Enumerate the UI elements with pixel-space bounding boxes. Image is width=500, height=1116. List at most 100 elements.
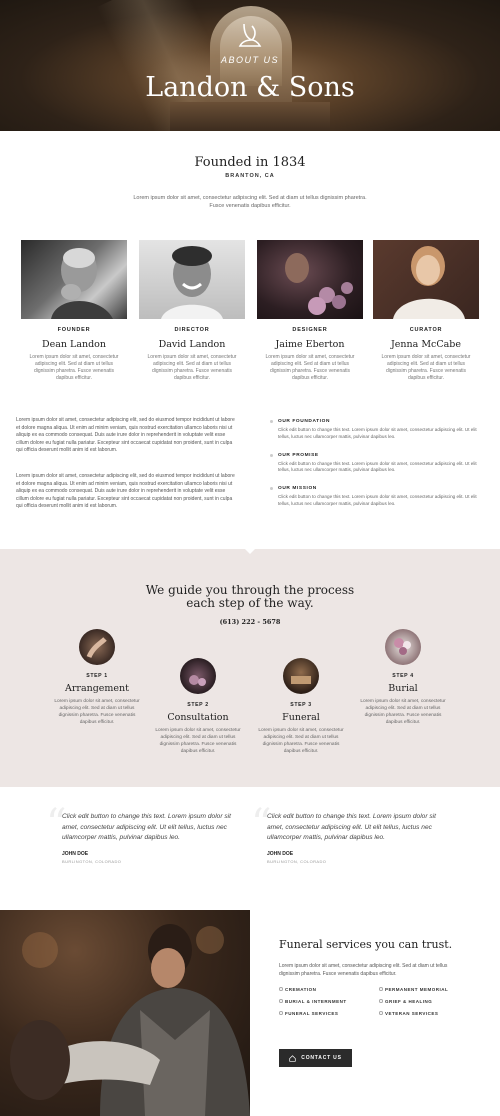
service-label: BURIAL & INTERNMENT bbox=[285, 999, 347, 1004]
founded-description: Lorem ipsum dolor sit amet, consectetur … bbox=[133, 195, 367, 209]
member-role: DESIGNER bbox=[292, 327, 328, 333]
step-label: STEP 1 bbox=[86, 673, 108, 679]
bullet-icon bbox=[270, 453, 273, 457]
bullet-icon bbox=[270, 420, 273, 423]
member-description: Lorem ipsum dolor sit amet, consectetur … bbox=[29, 354, 119, 381]
step-arrangement: STEP 1 Arrangement Lorem ipsum dolor sit… bbox=[48, 629, 146, 726]
member-name: Jenna McCabe bbox=[390, 339, 462, 350]
services-photo bbox=[0, 910, 250, 1116]
service-item: FUNERAL SERVICES bbox=[279, 1011, 338, 1016]
contact-us-label: CONTACT US bbox=[301, 1055, 342, 1061]
step-label: STEP 3 bbox=[290, 702, 312, 708]
value-title: OUR MISSION bbox=[278, 486, 317, 492]
value-title: OUR FOUNDATION bbox=[278, 419, 331, 424]
member-name: David Landon bbox=[158, 339, 226, 350]
founded-location: BRANTON, CA bbox=[225, 173, 275, 179]
testimonial-location: BURLINGTON, COLORADO bbox=[267, 858, 327, 864]
hero-banner: ABOUT US Landon & Sons bbox=[0, 0, 500, 131]
section-notch bbox=[245, 549, 255, 554]
step-title: Arrangement bbox=[65, 683, 129, 694]
testimonial: “ Click edit button to change this text.… bbox=[46, 804, 242, 864]
service-label: VETERAN SERVICES bbox=[385, 1011, 439, 1016]
step-label: STEP 4 bbox=[392, 673, 414, 679]
page-title: Landon & Sons bbox=[145, 72, 355, 103]
member-description: Lorem ipsum dolor sit amet, consectetur … bbox=[147, 354, 237, 381]
member-name: Dean Landon bbox=[41, 339, 107, 350]
service-label: CREMATION bbox=[285, 987, 317, 992]
step-consultation: STEP 2 Consultation Lorem ipsum dolor si… bbox=[149, 658, 247, 755]
circle-icon bbox=[279, 999, 283, 1003]
leaf-logo-icon bbox=[238, 23, 262, 47]
process-title-line1: We guide you through the process bbox=[145, 583, 355, 597]
testimonial-text: Click edit button to change this text. L… bbox=[62, 813, 231, 841]
value-text: Click edit button to change this text. L… bbox=[278, 427, 477, 439]
service-item: CREMATION bbox=[279, 987, 316, 992]
value-text: Click edit button to change this text. L… bbox=[278, 460, 477, 473]
step-title: Funeral bbox=[282, 712, 320, 723]
step-description: Lorem ipsum dolor sit amet, consectetur … bbox=[54, 699, 140, 725]
service-label: PERMANENT MEMORIAL bbox=[385, 987, 449, 992]
step-description: Lorem ipsum dolor sit amet, consectetur … bbox=[155, 728, 241, 754]
hero-pedestal bbox=[170, 102, 330, 131]
services-panel: Funeral services you can trust. Lorem ip… bbox=[279, 938, 479, 1067]
process-section: We guide you through the process each st… bbox=[0, 549, 500, 787]
curator-photo bbox=[373, 240, 479, 319]
value-title: OUR PROMISE bbox=[278, 452, 319, 458]
step-image bbox=[79, 629, 115, 665]
services-list: CREMATION PERMANENT MEMORIAL BURIAL & IN… bbox=[279, 987, 479, 1027]
testimonial-location: BURLINGTON, COLORADO bbox=[62, 858, 122, 864]
step-title: Burial bbox=[388, 683, 418, 694]
member-role: DIRECTOR bbox=[174, 327, 210, 333]
about-paragraph: Lorem ipsum dolor sit amet, consectetur … bbox=[16, 472, 235, 510]
team-member-curator: CURATOR Jenna McCabe Lorem ipsum dolor s… bbox=[373, 240, 479, 382]
step-image bbox=[385, 629, 421, 665]
step-description: Lorem ipsum dolor sit amet, consectetur … bbox=[360, 699, 446, 725]
value-item: OUR FOUNDATION Click edit button to chan… bbox=[270, 419, 485, 441]
about-text: Lorem ipsum dolor sit amet, consectetur … bbox=[16, 417, 236, 529]
service-item: VETERAN SERVICES bbox=[379, 1011, 438, 1016]
team-section: FOUNDER Dean Landon Lorem ipsum dolor si… bbox=[21, 240, 481, 382]
member-role: FOUNDER bbox=[57, 327, 91, 333]
contact-us-button[interactable]: CONTACT US bbox=[279, 1049, 352, 1067]
service-label: GRIEF & HEALING bbox=[385, 999, 433, 1004]
services-title: Funeral services you can trust. bbox=[279, 938, 453, 951]
step-description: Lorem ipsum dolor sit amet, consectetur … bbox=[258, 728, 344, 754]
service-item: BURIAL & INTERNMENT bbox=[279, 999, 347, 1004]
testimonial: “ Click edit button to change this text.… bbox=[251, 804, 447, 864]
step-title: Consultation bbox=[167, 712, 229, 723]
services-description: Lorem ipsum dolor sit amet, consectetur … bbox=[279, 963, 448, 977]
team-member-founder: FOUNDER Dean Landon Lorem ipsum dolor si… bbox=[21, 240, 127, 382]
process-title-line2: each step of the way. bbox=[186, 596, 314, 610]
step-burial: STEP 4 Burial Lorem ipsum dolor sit amet… bbox=[354, 629, 452, 726]
home-icon bbox=[289, 1054, 296, 1062]
member-role: CURATOR bbox=[409, 327, 443, 333]
member-description: Lorem ipsum dolor sit amet, consectetur … bbox=[265, 354, 355, 381]
founded-section: Founded in 1834 BRANTON, CA Lorem ipsum … bbox=[0, 155, 500, 210]
circle-icon bbox=[379, 987, 383, 991]
value-text: Click edit button to change this text. L… bbox=[278, 494, 477, 506]
member-name: Jaime Eberton bbox=[275, 339, 345, 350]
circle-icon bbox=[379, 999, 383, 1003]
step-label: STEP 2 bbox=[187, 702, 209, 708]
service-item: PERMANENT MEMORIAL bbox=[379, 987, 448, 992]
process-title: We guide you through the process each st… bbox=[0, 584, 500, 610]
service-label: FUNERAL SERVICES bbox=[285, 1011, 339, 1016]
bullet-icon bbox=[270, 487, 273, 491]
about-values: OUR FOUNDATION Click edit button to chan… bbox=[270, 419, 485, 520]
step-image bbox=[180, 658, 216, 694]
testimonial-name: JOHN DOE bbox=[267, 850, 294, 857]
designer-photo bbox=[257, 240, 363, 319]
step-funeral: STEP 3 Funeral Lorem ipsum dolor sit ame… bbox=[252, 658, 350, 755]
service-item: GRIEF & HEALING bbox=[379, 999, 432, 1004]
director-photo bbox=[139, 240, 245, 319]
step-image bbox=[283, 658, 319, 694]
value-item: OUR PROMISE Click edit button to change … bbox=[270, 453, 485, 475]
testimonial-name: JOHN DOE bbox=[62, 850, 89, 857]
testimonial-text: Click edit button to change this text. L… bbox=[267, 813, 436, 841]
founded-title: Founded in 1834 bbox=[194, 155, 306, 170]
team-member-director: DIRECTOR David Landon Lorem ipsum dolor … bbox=[139, 240, 245, 382]
team-member-designer: DESIGNER Jaime Eberton Lorem ipsum dolor… bbox=[257, 240, 363, 382]
about-paragraph: Lorem ipsum dolor sit amet, consectetur … bbox=[16, 417, 235, 454]
hero-label: ABOUT US bbox=[220, 55, 279, 65]
phone-number[interactable]: (613) 222 - 5678 bbox=[0, 618, 500, 626]
